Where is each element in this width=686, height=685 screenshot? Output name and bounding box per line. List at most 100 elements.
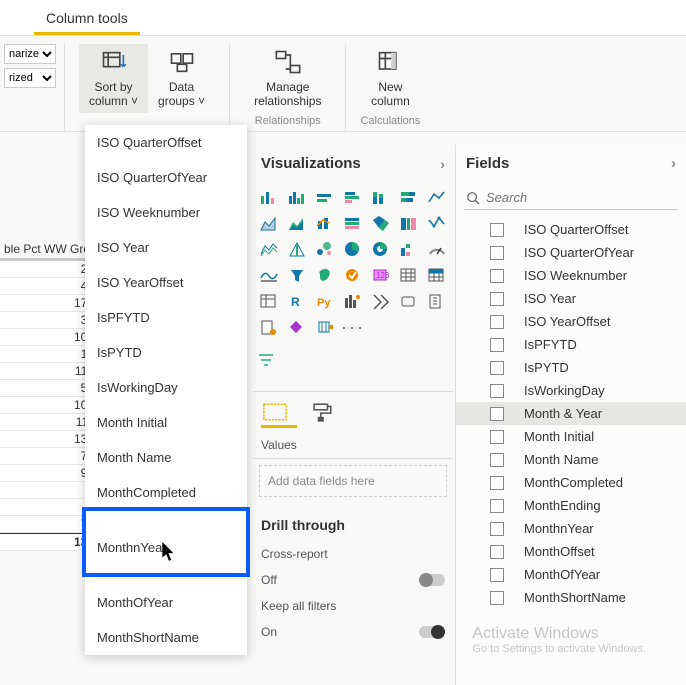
viz-type-icon[interactable] [313, 316, 337, 338]
values-dropzone[interactable]: Add data fields here [259, 465, 447, 497]
viz-type-icon[interactable] [425, 186, 449, 208]
viz-type-icon[interactable] [425, 290, 449, 312]
viz-more-icon[interactable]: ··· [341, 316, 365, 338]
viz-type-icon[interactable] [341, 290, 365, 312]
manage-relationships-button[interactable]: Manage relationships [244, 44, 331, 113]
field-item[interactable]: MonthnYear [456, 517, 686, 540]
field-item[interactable]: MonthShortName [456, 586, 686, 609]
field-checkbox[interactable] [490, 292, 504, 306]
categorize-select[interactable]: rized [4, 68, 56, 88]
viz-type-icon[interactable] [397, 264, 421, 286]
new-column-button[interactable]: New column [361, 44, 420, 113]
viz-type-icon[interactable] [397, 212, 421, 234]
viz-type-icon[interactable] [369, 212, 393, 234]
viz-type-icon[interactable]: 123 [369, 264, 393, 286]
search-input[interactable] [486, 190, 676, 205]
viz-type-icon[interactable] [257, 212, 281, 234]
field-checkbox[interactable] [490, 453, 504, 467]
summarize-select[interactable]: narize [4, 44, 56, 64]
viz-type-icon[interactable] [341, 212, 365, 234]
viz-type-icon[interactable] [313, 264, 337, 286]
fields-search[interactable] [464, 186, 678, 210]
field-checkbox[interactable] [490, 384, 504, 398]
field-item[interactable]: ISO QuarterOfYear [456, 241, 686, 264]
viz-type-icon[interactable] [313, 238, 337, 260]
field-item[interactable]: MonthOffset [456, 540, 686, 563]
field-checkbox[interactable] [490, 545, 504, 559]
sort-by-column-button[interactable]: Sort by column ˅ [79, 44, 148, 113]
viz-type-icon[interactable] [257, 290, 281, 312]
tab-column-tools[interactable]: Column tools [34, 6, 140, 35]
field-checkbox[interactable] [490, 407, 504, 421]
data-groups-button[interactable]: Data groups ˅ [148, 44, 215, 113]
field-item[interactable]: MonthOfYear [456, 563, 686, 586]
dropdown-item[interactable]: Month Name [85, 440, 247, 475]
viz-type-icon[interactable]: Py [313, 290, 337, 312]
field-item[interactable]: ISO YearOffset [456, 310, 686, 333]
cross-report-toggle[interactable] [419, 574, 445, 586]
dropdown-item[interactable]: MonthOfYear [85, 585, 247, 620]
dropdown-item[interactable] [85, 565, 247, 585]
viz-type-icon[interactable] [369, 186, 393, 208]
viz-type-icon[interactable] [369, 290, 393, 312]
dropdown-item[interactable] [85, 510, 247, 530]
viz-type-icon[interactable] [257, 264, 281, 286]
field-checkbox[interactable] [490, 223, 504, 237]
field-item[interactable]: MonthEnding [456, 494, 686, 517]
viz-type-icon[interactable] [397, 186, 421, 208]
viz-type-icon[interactable]: R [285, 290, 309, 312]
field-checkbox[interactable] [490, 246, 504, 260]
dropdown-item[interactable]: ISO YearOffset [85, 265, 247, 300]
fields-well-button[interactable] [261, 402, 297, 428]
viz-type-icon[interactable] [285, 264, 309, 286]
field-item[interactable]: IsPFYTD [456, 333, 686, 356]
dropdown-item[interactable]: MonthShortName [85, 620, 247, 655]
viz-type-icon[interactable] [257, 186, 281, 208]
field-checkbox[interactable] [490, 338, 504, 352]
viz-type-icon[interactable] [341, 264, 365, 286]
viz-type-icon[interactable] [369, 238, 393, 260]
field-item[interactable]: Month & Year [456, 402, 686, 425]
field-item[interactable]: Month Name [456, 448, 686, 471]
viz-type-icon[interactable] [257, 316, 281, 338]
viz-type-icon[interactable] [285, 316, 309, 338]
field-item[interactable]: IsWorkingDay [456, 379, 686, 402]
dropdown-item[interactable]: ISO Weeknumber [85, 195, 247, 230]
field-item[interactable]: ISO Weeknumber [456, 264, 686, 287]
dropdown-item[interactable]: ISO QuarterOfYear [85, 160, 247, 195]
field-checkbox[interactable] [490, 430, 504, 444]
viz-type-icon[interactable] [257, 238, 281, 260]
viz-type-icon[interactable] [313, 212, 337, 234]
viz-type-icon[interactable] [285, 238, 309, 260]
field-checkbox[interactable] [490, 269, 504, 283]
format-button[interactable] [309, 402, 345, 428]
dropdown-item[interactable]: ISO QuarterOffset [85, 125, 247, 160]
viz-type-icon[interactable] [341, 238, 365, 260]
field-checkbox[interactable] [490, 522, 504, 536]
field-item[interactable]: Month Initial [456, 425, 686, 448]
viz-type-icon[interactable] [425, 264, 449, 286]
viz-type-icon[interactable] [397, 238, 421, 260]
field-checkbox[interactable] [490, 361, 504, 375]
filter-visual-icon[interactable] [253, 342, 453, 383]
dropdown-item[interactable]: IsPYTD [85, 335, 247, 370]
viz-type-icon[interactable] [285, 212, 309, 234]
field-item[interactable]: IsPYTD [456, 356, 686, 379]
field-item[interactable]: MonthCompleted [456, 471, 686, 494]
field-checkbox[interactable] [490, 315, 504, 329]
field-checkbox[interactable] [490, 591, 504, 605]
field-checkbox[interactable] [490, 499, 504, 513]
dropdown-item[interactable]: ISO Year [85, 230, 247, 265]
dropdown-item[interactable]: MonthCompleted [85, 475, 247, 510]
dropdown-item[interactable]: IsWorkingDay [85, 370, 247, 405]
dropdown-item[interactable]: IsPFYTD [85, 300, 247, 335]
keep-filters-toggle[interactable] [419, 626, 445, 638]
viz-type-icon[interactable] [313, 186, 337, 208]
close-icon[interactable]: › [671, 155, 676, 172]
field-item[interactable]: ISO QuarterOffset [456, 218, 686, 241]
field-item[interactable]: ISO Year [456, 287, 686, 310]
viz-type-icon[interactable] [397, 290, 421, 312]
viz-type-icon[interactable] [425, 212, 449, 234]
dropdown-item[interactable]: Month Initial [85, 405, 247, 440]
viz-type-icon[interactable] [341, 186, 365, 208]
